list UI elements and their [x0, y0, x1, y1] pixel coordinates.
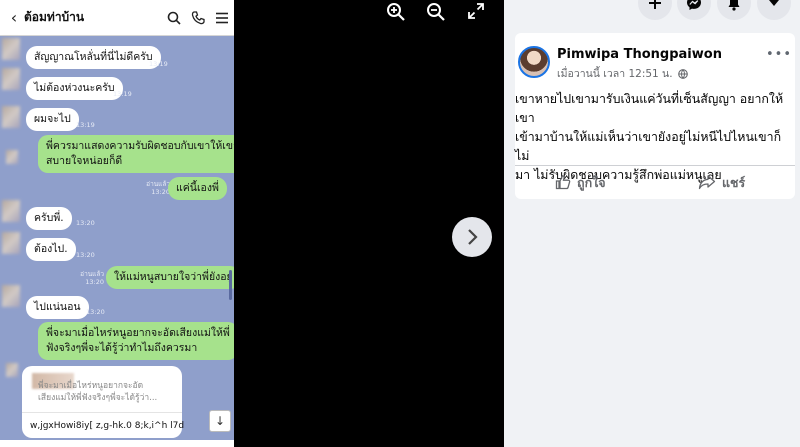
back-arrow-icon[interactable]: ‹: [4, 8, 24, 27]
reply-preview-card[interactable]: พี่จะมาเมื่อไหร่หนูอยากจะอัด เสียงแม่ให้…: [22, 366, 184, 438]
post-card: Pimwipa Thongpaiwon เมื่อวานนี้ เวลา 12:…: [515, 33, 795, 199]
message-bubble-sent[interactable]: พี่จะมาเมื่อไหร่หนูอยากจะอัดเสียงแม่ให้พ…: [38, 322, 234, 360]
message-bubble-sent[interactable]: ให้แม่หนูสบายใจว่าพี่ยังอยู่: [106, 266, 234, 289]
divider: [515, 165, 795, 166]
message-line: ฟังจริงๆพี่จะได้รู้ว่าทำไมถึงควรมา: [46, 342, 198, 354]
reply-preview-text: พี่จะมาเมื่อไหร่หนูอยากจะอัด เสียงแม่ให้…: [38, 381, 158, 403]
avatar[interactable]: [518, 46, 550, 78]
avatar: [6, 150, 18, 164]
message-line: สบายใจหน่อยก็ดี: [46, 155, 123, 167]
avatar: [2, 285, 20, 307]
avatar: [6, 363, 18, 377]
message-bubble-sent[interactable]: พี่ควรมาแสดงความรับผิดชอบกับเขาให้เขา สบ…: [38, 135, 234, 173]
arrow-down-icon[interactable]: ↓: [209, 410, 231, 432]
menu-icon[interactable]: [210, 12, 234, 24]
avatar: [2, 68, 20, 90]
message-line: พี่จะมาเมื่อไหร่หนูอยากจะอัดเสียงแม่ให้พ…: [46, 327, 230, 339]
search-icon[interactable]: [162, 11, 186, 25]
read-receipt: อ่านแล้ว 13:20: [146, 180, 170, 196]
like-icon: [555, 174, 571, 193]
avatar: [2, 232, 20, 254]
post-timestamp[interactable]: เมื่อวานนี้ เวลา 12:51 น.: [557, 65, 688, 82]
globe-icon: [678, 69, 688, 82]
message-time: 13:20: [76, 251, 95, 259]
message-bubble-received[interactable]: ต้องไป.: [26, 238, 76, 261]
message-time: 13:20: [86, 308, 105, 316]
message-input[interactable]: w,jgxHowi8iy[ z,g-hk.0 8;k,i^h l7d: [22, 412, 184, 438]
message-time: 13:19: [76, 121, 95, 129]
avatar: [2, 106, 20, 128]
chat-input-bar: [0, 440, 234, 447]
fullscreen-icon[interactable]: [467, 2, 489, 22]
post-text: เขาหายไปเขามารับเงินแค่วันที่เซ็นสัญญา อ…: [515, 91, 784, 182]
message-time: 13:19: [149, 60, 168, 68]
message-bubble-received[interactable]: ไปแน่นอน: [26, 296, 89, 319]
message-line: พี่ควรมาแสดงความรับผิดชอบกับเขาให้เขา: [46, 140, 234, 152]
message-bubble-received[interactable]: ผมจะไป: [26, 108, 79, 131]
share-label: แชร์: [722, 175, 746, 190]
like-label: ถูกใจ: [577, 175, 606, 190]
chat-panel: ‹ ต้อมท่าบ้าน สัญญาณโหลั่นที่นี่ไม่ดีครั…: [0, 0, 234, 447]
message-time: 13:20: [76, 219, 95, 227]
message-time: 13:19: [113, 90, 132, 98]
like-button[interactable]: ถูกใจ: [555, 171, 606, 195]
avatar: [2, 200, 20, 222]
share-icon: [698, 174, 716, 193]
avatar: [2, 38, 20, 60]
chat-scrollbar[interactable]: [229, 270, 232, 300]
read-receipt: อ่านแล้ว 13:20: [80, 270, 104, 286]
zoom-in-icon[interactable]: [386, 2, 408, 22]
chevron-right-icon[interactable]: [452, 217, 492, 257]
phone-icon[interactable]: [186, 10, 210, 25]
message-bubble-received[interactable]: ครับพี่.: [26, 207, 72, 230]
share-button[interactable]: แชร์: [698, 171, 745, 195]
post-author[interactable]: Pimwipa Thongpaiwon: [557, 47, 722, 62]
zoom-out-icon[interactable]: [426, 2, 448, 22]
chat-title: ต้อมท่าบ้าน: [24, 10, 85, 24]
chat-header: ‹ ต้อมท่าบ้าน: [0, 0, 234, 36]
message-bubble-received[interactable]: ไม่ต้องห่วงนะครับ: [26, 77, 123, 100]
message-bubble-sent[interactable]: แค่นี้เองพี่: [168, 177, 227, 200]
more-options-icon[interactable]: •••: [766, 47, 792, 62]
message-bubble-received[interactable]: สัญญาณโหลั่นที่นี่ไม่ดีครับ: [26, 46, 161, 69]
